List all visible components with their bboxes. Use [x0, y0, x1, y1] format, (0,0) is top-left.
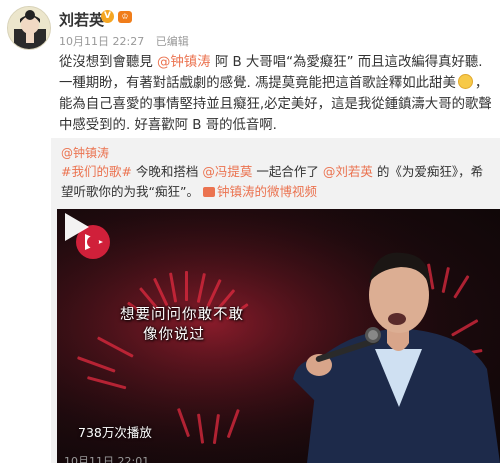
emoji-icon [457, 74, 473, 89]
video-play-icon [202, 187, 215, 197]
video-subtitle: 像你说过 [143, 327, 205, 343]
repost-text: #我们的歌# 今晚和搭档 @冯提莫 一起合作了 @刘若英 的《为爱痴狂》，希望听… [61, 162, 491, 202]
play-button-icon[interactable] [57, 209, 93, 245]
repost-date[interactable]: 10月11日 22:01 [64, 453, 149, 463]
post-meta: 10月11日 22:27 已编辑 [59, 33, 197, 49]
avatar[interactable] [7, 6, 51, 50]
post-text: 從沒想到會聽見 @钟镇涛 阿 B 大哥唱“為愛癡狂” 而且這改編得真好聽.一種期… [59, 52, 494, 136]
post-text-part: 從沒想到會聽見 [59, 55, 157, 70]
repost-text-part: 一起合作了 [252, 164, 323, 179]
video-subtitle: 想要问问你敢不敢 [120, 307, 244, 323]
verified-icon: V [101, 10, 114, 23]
hashtag-link[interactable]: #我们的歌# [61, 164, 132, 179]
video-link[interactable]: 钟镇涛的微博视频 [202, 184, 317, 199]
mention-link[interactable]: @钟镇涛 [157, 55, 211, 70]
view-count: 738万次播放 [78, 425, 152, 440]
username[interactable]: 刘若英 [59, 9, 104, 30]
edited-label[interactable]: 已编辑 [156, 35, 189, 48]
mention-link[interactable]: @冯提莫 [202, 164, 252, 179]
repost-text-part: 今晚和搭档 [131, 164, 203, 179]
repost-author: @钟镇涛 [61, 144, 109, 161]
repost-card[interactable]: @钟镇涛 #我们的歌# 今晚和搭档 @冯提莫 一起合作了 @刘若英 的《为爱痴狂… [51, 138, 500, 463]
video-link-label: 钟镇涛的微博视频 [216, 184, 317, 199]
weibo-post: 刘若英 V ♔ 10月11日 22:27 已编辑 從沒想到會聽見 @钟镇涛 阿 … [0, 0, 500, 463]
mention-link[interactable]: @刘若英 [323, 164, 373, 179]
member-icon[interactable]: ♔ [118, 11, 132, 23]
repost-author-link[interactable]: @钟镇涛 [61, 146, 109, 160]
post-date[interactable]: 10月11日 22:27 [59, 35, 144, 48]
